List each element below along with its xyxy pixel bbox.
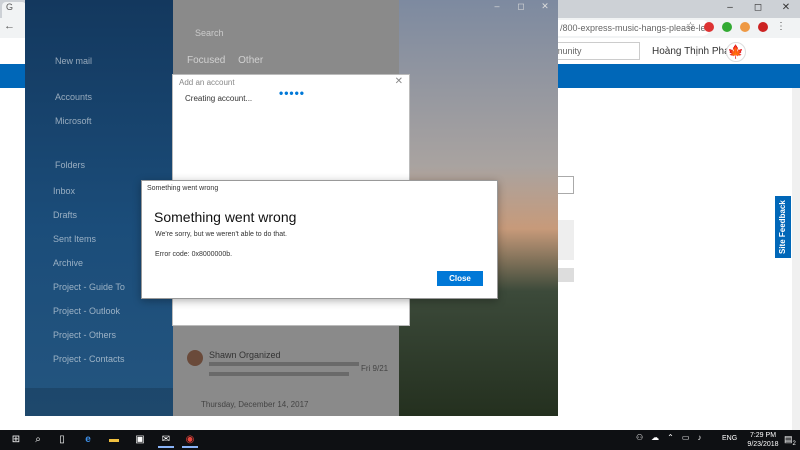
tab-other[interactable]: Other — [238, 55, 263, 66]
close-button[interactable]: Close — [437, 271, 483, 286]
list-item[interactable]: Shawn Organized Fri 9/21 — [183, 346, 393, 386]
extension-flag-icon[interactable] — [758, 22, 768, 32]
extension-red-icon[interactable] — [704, 22, 714, 32]
new-mail-button[interactable]: New mail — [55, 56, 92, 66]
error-code: Error code: 0x8000000b. — [155, 251, 233, 258]
minimize-button[interactable]: – — [716, 0, 744, 16]
error-heading: Something went wrong — [154, 209, 297, 225]
language-indicator[interactable]: ENG — [722, 435, 737, 442]
back-arrow-icon[interactable]: ← — [4, 20, 15, 32]
onedrive-icon[interactable]: ☁ — [651, 433, 659, 442]
mail-search[interactable]: Search — [195, 28, 224, 38]
extension-green-icon[interactable] — [722, 22, 732, 32]
volume-icon[interactable]: ♪ — [697, 433, 701, 442]
browser-tab[interactable]: G — [2, 2, 26, 18]
tab-focused[interactable]: Focused — [187, 55, 225, 66]
error-message: We're sorry, but we weren't able to do t… — [155, 231, 287, 238]
sender-avatar — [187, 350, 203, 366]
mail-minimize-button[interactable]: – — [488, 1, 506, 12]
add-account-title: Add an account — [179, 78, 235, 87]
chevron-up-icon[interactable]: ⌃ — [667, 433, 674, 442]
page-panel-secondary — [556, 268, 574, 282]
page-scrollbar[interactable] — [792, 88, 800, 430]
task-view-icon[interactable]: ▯ — [54, 432, 70, 448]
accounts-header[interactable]: Accounts — [55, 92, 92, 102]
people-icon[interactable]: ⚇ — [636, 433, 643, 442]
mail-window-controls: – ◻ ✕ — [488, 1, 554, 12]
close-icon[interactable]: ✕ — [395, 76, 403, 87]
maximize-button[interactable]: ◻ — [744, 0, 772, 16]
notification-center-icon[interactable]: ▤2 — [784, 434, 796, 447]
error-dialog: Something went wrong Something went wron… — [141, 180, 498, 299]
mail-group-header: Thursday, December 14, 2017 — [201, 400, 309, 409]
account-microsoft[interactable]: Microsoft — [55, 116, 92, 126]
folder-project-3[interactable]: Project - Others — [53, 330, 116, 340]
extension-orange-icon[interactable] — [740, 22, 750, 32]
mail-close-button[interactable]: ✕ — [536, 1, 554, 12]
close-window-button[interactable]: ✕ — [772, 0, 800, 16]
browser-window-controls: – ◻ ✕ — [716, 0, 800, 16]
mail-date: Fri 9/21 — [361, 364, 389, 373]
mail-icon[interactable]: ✉ — [158, 432, 174, 448]
folder-drafts[interactable]: Drafts — [53, 210, 77, 220]
notification-count: 2 — [792, 440, 796, 447]
mail-snippet-line — [209, 372, 349, 376]
avatar[interactable]: 🍁 — [726, 42, 746, 62]
star-icon[interactable]: ☆ — [686, 22, 696, 32]
clock-date: 9/23/2018 — [747, 441, 779, 448]
file-explorer-icon[interactable]: ▬ — [106, 432, 122, 448]
community-search-input[interactable]: munity — [550, 42, 640, 60]
taskbar: ⊞ ⌕ ▯ e ▬ ▣ ✉ ◉ ⚇ ☁ ⌃ ▭ ♪ ENG 7:29 PM 9/… — [0, 430, 800, 450]
search-icon[interactable]: ⌕ — [30, 432, 46, 448]
site-feedback-button[interactable]: Site Feedback — [775, 196, 791, 258]
mail-sender: Shawn Organized — [209, 350, 281, 360]
folder-project-1[interactable]: Project - Guide To — [53, 282, 125, 292]
mail-bottom-bar — [25, 388, 173, 416]
mail-tabs: Focused Other — [187, 55, 273, 66]
folder-project-2[interactable]: Project - Outlook — [53, 306, 120, 316]
clock-time: 7:29 PM — [749, 432, 777, 439]
extension-icons: ☆ ⋮ — [686, 22, 786, 32]
mail-snippet-line — [209, 362, 359, 366]
folders-header[interactable]: Folders — [55, 160, 85, 170]
progress-dots: ••••• — [279, 86, 306, 100]
store-icon[interactable]: ▣ — [132, 432, 148, 448]
page-panel — [556, 220, 574, 260]
system-tray: ⚇ ☁ ⌃ ▭ ♪ — [636, 433, 701, 442]
creating-account-status: Creating account... — [185, 94, 253, 103]
folder-inbox[interactable]: Inbox — [53, 186, 75, 196]
mail-maximize-button[interactable]: ◻ — [512, 1, 530, 12]
windows-start-icon[interactable]: ⊞ — [8, 432, 24, 448]
folder-sent[interactable]: Sent Items — [53, 234, 96, 244]
edge-icon[interactable]: e — [80, 432, 96, 448]
mail-titlebar: – ◻ ✕ — [25, 0, 558, 16]
network-icon[interactable]: ▭ — [682, 433, 690, 442]
error-dialog-title: Something went wrong — [147, 185, 219, 192]
menu-dots-icon[interactable]: ⋮ — [776, 22, 786, 32]
folder-archive[interactable]: Archive — [53, 258, 83, 268]
clock[interactable]: 7:29 PM 9/23/2018 — [746, 431, 780, 449]
chrome-icon[interactable]: ◉ — [182, 432, 198, 448]
folder-project-4[interactable]: Project - Contacts — [53, 354, 125, 364]
